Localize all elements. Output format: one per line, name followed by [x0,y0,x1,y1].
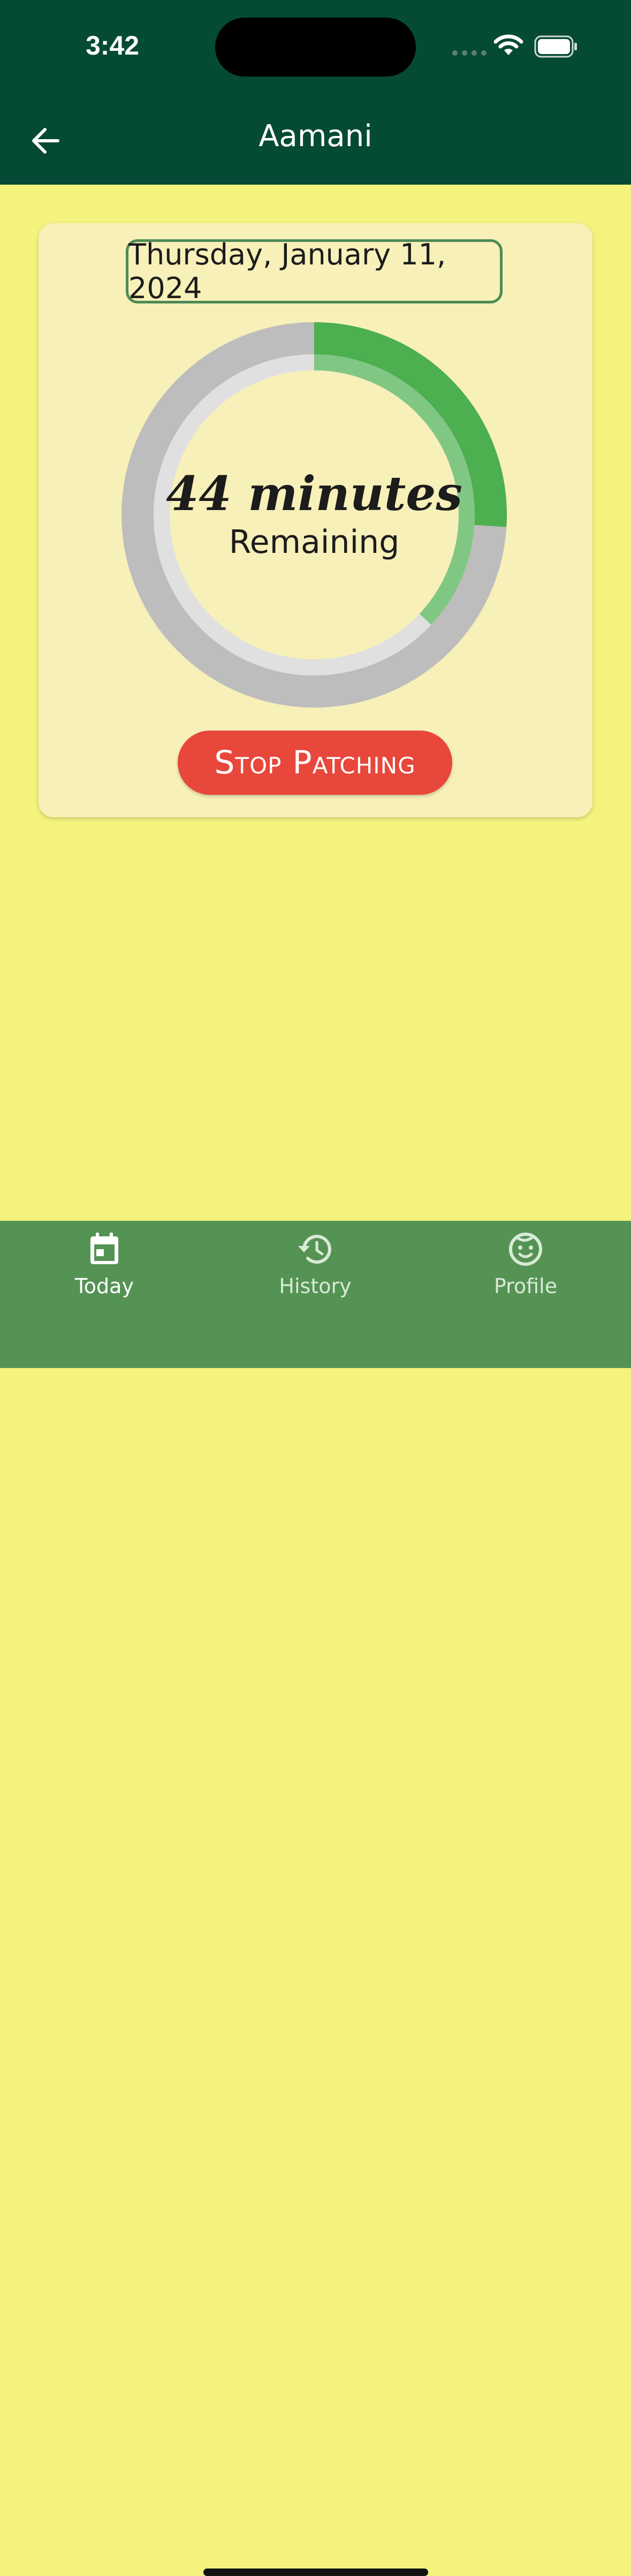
timer-display: 44 minutes Remaining [121,322,507,708]
tab-history[interactable]: History [246,1232,385,1317]
tab-label-profile: Profile [493,1274,558,1298]
history-icon [298,1235,331,1264]
bottom-tab-bar: Today History Profile [0,1221,631,2576]
tab-label-history: History [279,1274,352,1298]
dynamic-island [215,18,416,77]
date-label[interactable]: Thursday, January 11, 2024 [126,238,503,305]
stop-patching-button[interactable]: Stop Patching [178,731,452,795]
remaining-label: Remaining [229,523,400,561]
battery-icon [534,35,577,58]
app-bar: Aamani [0,91,631,185]
tab-profile[interactable]: Profile [456,1232,595,1317]
wifi-icon [493,34,523,55]
status-bar: 3:42 [0,0,631,91]
face-icon [509,1233,542,1266]
page-title: Aamani [259,119,372,154]
calendar-icon [90,1233,118,1264]
status-time: 3:42 [86,31,140,60]
tab-label-today: Today [75,1274,134,1298]
patching-card: Thursday, January 11, 2024 44 minutes Re… [39,223,592,817]
cellular-signal-icon [452,50,486,56]
home-indicator [203,2569,428,2576]
tab-today[interactable]: Today [35,1232,174,1317]
minutes-remaining: 44 minutes [166,465,462,521]
